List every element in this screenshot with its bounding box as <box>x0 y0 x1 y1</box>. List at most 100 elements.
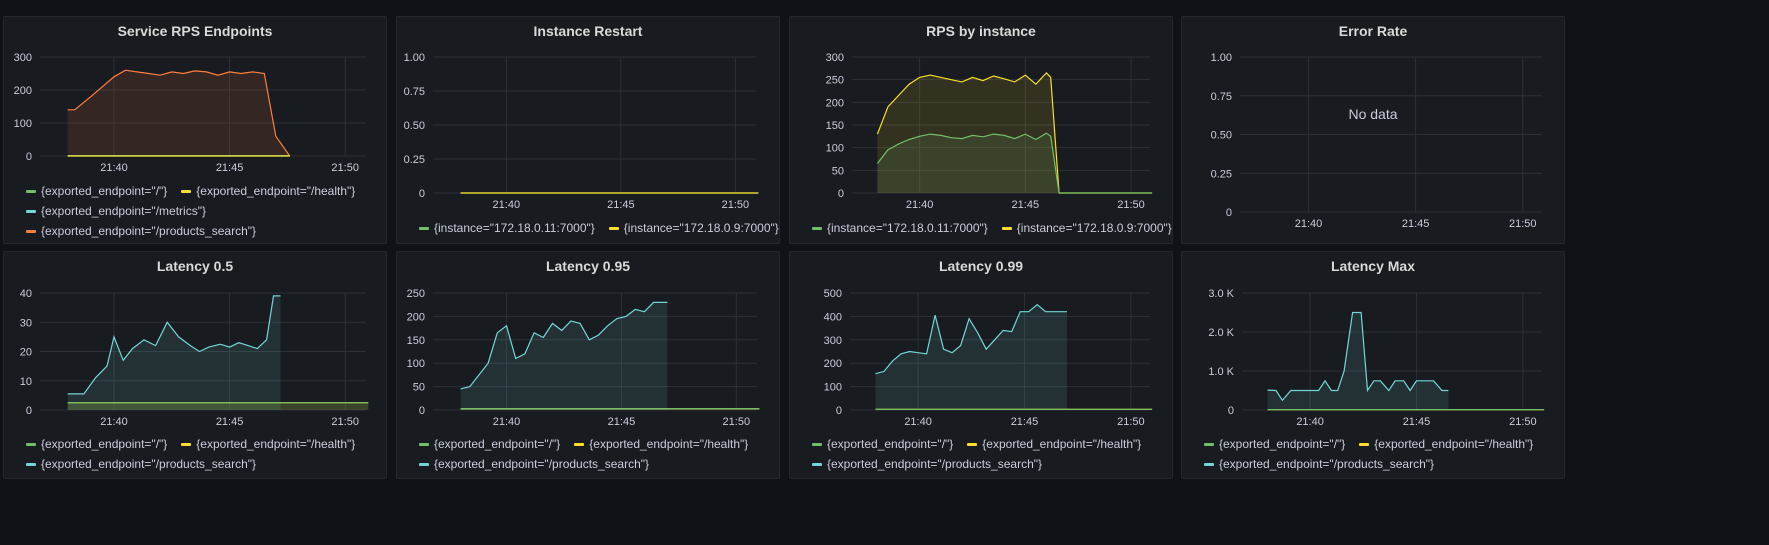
legend-row: {instance="172.18.0.11:7000"} {instance="… <box>419 218 779 238</box>
legend-swatch <box>812 227 822 231</box>
legend-item[interactable]: {exported_endpoint="/"} <box>26 434 167 454</box>
legend-label: {exported_endpoint="/"} <box>827 437 954 451</box>
legend-label: {exported_endpoint="/"} <box>1219 437 1346 451</box>
legend-item[interactable]: {exported_endpoint="/health"} <box>181 181 355 201</box>
legend-row: {exported_endpoint="/"} {exported_endpoin… <box>812 434 1166 454</box>
x-tick-label: 21:45 <box>607 199 635 211</box>
y-tick-label: 100 <box>824 382 842 394</box>
legend-row: {exported_endpoint="/metrics"} <box>26 201 380 221</box>
chart-svg: 0 0.25 0.50 0.75 1.00 21:40 21:45 21:50 <box>1211 52 1542 230</box>
panel-service-rps-endpoints[interactable]: Service RPS Endpoints 0 100 200 300 21:40 21:… <box>3 16 387 244</box>
x-tick-label: 21:40 <box>493 199 521 211</box>
legend-item[interactable]: {instance="172.18.0.11:7000"} <box>419 218 595 238</box>
panel-latency-099[interactable]: Latency 0.99 0 100 200 300 400 500 21:40 21:45 2… <box>789 251 1173 479</box>
legend-row: {exported_endpoint="/products_search"} <box>26 221 380 241</box>
y-tick-label: 0 <box>1226 207 1232 219</box>
y-tick-label: 0 <box>419 188 425 200</box>
x-tick-label: 21:40 <box>100 416 128 428</box>
y-tick-label: 250 <box>407 288 425 300</box>
series-area <box>877 133 1153 193</box>
legend-label: {exported_endpoint="/metrics"} <box>41 204 206 218</box>
x-tick-label: 21:50 <box>331 416 359 428</box>
legend: {exported_endpoint="/"} {exported_endpoin… <box>26 434 380 474</box>
legend-label: {exported_endpoint="/products_search"} <box>1219 457 1435 471</box>
x-tick-label: 21:50 <box>1509 218 1537 230</box>
y-tick-label: 0.50 <box>1211 130 1232 142</box>
legend-label: {exported_endpoint="/products_search"} <box>827 457 1043 471</box>
legend-swatch <box>608 227 619 231</box>
grid <box>1240 56 1542 213</box>
panel-latency-05[interactable]: Latency 0.5 0 10 20 30 40 21:40 21:45 21:50 {ex… <box>3 251 387 479</box>
y-tick-label: 100 <box>826 143 844 155</box>
legend: {exported_endpoint="/"} {exported_endpoin… <box>419 434 773 474</box>
legend-row: {exported_endpoint="/"} {exported_endpoin… <box>1204 434 1558 454</box>
legend-item[interactable]: {instance="172.18.0.9:7000"} <box>1001 218 1172 238</box>
legend-row: {exported_endpoint="/"} {exported_endpoin… <box>26 181 380 201</box>
y-tick-label: 200 <box>407 311 425 323</box>
x-tick-label: 21:45 <box>216 416 244 428</box>
legend-item[interactable]: {exported_endpoint="/"} <box>812 434 953 454</box>
legend-item[interactable]: {exported_endpoint="/products_search"} <box>26 454 256 474</box>
x-tick-label: 21:45 <box>1011 416 1039 428</box>
x-tick-label: 21:50 <box>331 162 359 174</box>
legend-row: {exported_endpoint="/products_search"} <box>26 454 380 474</box>
panel-instance-restart[interactable]: Instance Restart 0 0.25 0.50 0.75 1.00 21:40 2… <box>396 16 780 244</box>
y-tick-label: 100 <box>14 118 32 130</box>
y-tick-label: 200 <box>824 358 842 370</box>
x-tick-label: 21:50 <box>723 416 751 428</box>
panel-error-rate[interactable]: Error Rate 0 0.25 0.50 0.75 1.00 21:40 21:45 21… <box>1181 16 1565 244</box>
y-tick-label: 50 <box>832 165 844 177</box>
legend-swatch <box>1001 227 1012 231</box>
legend-item[interactable]: {exported_endpoint="/metrics"} <box>26 201 206 221</box>
legend: {exported_endpoint="/"} {exported_endpoin… <box>812 434 1166 474</box>
x-tick-label: 21:50 <box>1509 416 1537 428</box>
y-tick-label: 0 <box>26 405 32 417</box>
y-tick-label: 0 <box>836 405 842 417</box>
y-tick-label: 10 <box>20 376 32 388</box>
y-tick-label: 3.0 K <box>1208 288 1234 300</box>
legend-row: {exported_endpoint="/products_search"} <box>419 454 773 474</box>
y-tick-label: 500 <box>824 288 842 300</box>
legend: {instance="172.18.0.11:7000"} {instance="… <box>812 218 1172 238</box>
series-area <box>67 70 290 156</box>
legend-swatch <box>574 443 585 447</box>
legend-item[interactable]: {exported_endpoint="/"} <box>1204 434 1345 454</box>
legend-label: {instance="172.18.0.11:7000"} <box>434 221 595 235</box>
x-tick-label: 21:40 <box>493 416 521 428</box>
legend-label: {exported_endpoint="/products_search"} <box>434 457 650 471</box>
legend: {instance="172.18.0.11:7000"} {instance="… <box>419 218 779 238</box>
legend-row: {instance="172.18.0.11:7000"} {instance="… <box>812 218 1172 238</box>
legend-item[interactable]: {exported_endpoint="/health"} <box>181 434 355 454</box>
y-tick-label: 200 <box>14 85 32 97</box>
legend-item[interactable]: {exported_endpoint="/products_search"} <box>419 454 649 474</box>
y-tick-label: 300 <box>14 52 32 64</box>
legend-item[interactable]: {exported_endpoint="/"} <box>419 434 560 454</box>
legend-swatch <box>26 443 36 447</box>
x-tick-label: 21:45 <box>1012 199 1040 211</box>
panel-rps-by-instance[interactable]: RPS by instance 0 50 100 150 200 250 300 21:40 2… <box>789 16 1173 244</box>
legend-label: {exported_endpoint="/health"} <box>982 437 1142 451</box>
x-tick-label: 21:50 <box>1117 416 1145 428</box>
x-tick-label: 21:45 <box>216 162 244 174</box>
x-tick-label: 21:40 <box>1296 416 1324 428</box>
y-tick-label: 100 <box>407 358 425 370</box>
y-tick-label: 0 <box>419 405 425 417</box>
legend-label: {exported_endpoint="/products_search"} <box>41 224 257 238</box>
legend-item[interactable]: {instance="172.18.0.11:7000"} <box>812 218 988 238</box>
y-tick-label: 30 <box>20 317 32 329</box>
legend-item[interactable]: {exported_endpoint="/products_search"} <box>1204 454 1434 474</box>
legend-item[interactable]: {exported_endpoint="/"} <box>26 181 167 201</box>
legend-item[interactable]: {instance="172.18.0.9:7000"} <box>608 218 779 238</box>
panel-latency-095[interactable]: Latency 0.95 0 50 100 150 200 250 21:40 21:45 21… <box>396 251 780 479</box>
grid <box>433 56 756 194</box>
legend-item[interactable]: {exported_endpoint="/health"} <box>1359 434 1533 454</box>
series-area <box>67 295 281 410</box>
y-tick-label: 40 <box>20 288 32 300</box>
legend-item[interactable]: {exported_endpoint="/products_search"} <box>812 454 1042 474</box>
legend-item[interactable]: {exported_endpoint="/health"} <box>967 434 1141 454</box>
legend-item[interactable]: {exported_endpoint="/products_search"} <box>26 221 256 241</box>
legend-item[interactable]: {exported_endpoint="/health"} <box>574 434 748 454</box>
panel-latency-max[interactable]: Latency Max 0 1.0 K 2.0 K 3.0 K 21:40 21:45 21… <box>1181 251 1565 479</box>
legend-label: {instance="172.18.0.9:7000"} <box>1016 221 1172 235</box>
series-area <box>460 302 668 410</box>
